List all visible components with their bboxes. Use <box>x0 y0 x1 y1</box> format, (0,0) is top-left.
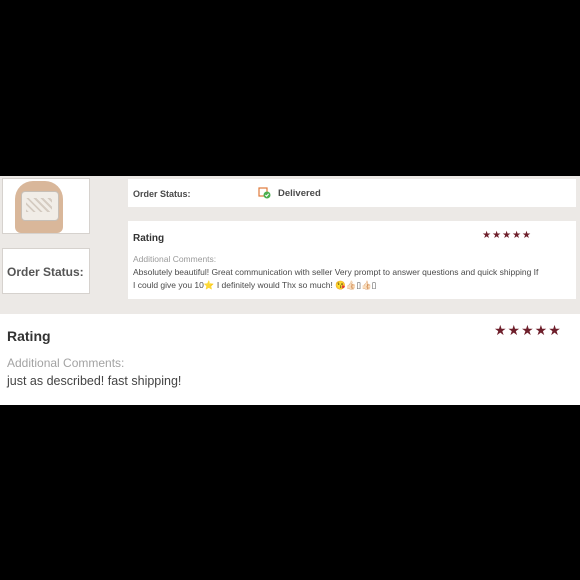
order-status-card-large: Order Status: <box>2 248 90 294</box>
thumbnail-crop-top <box>21 191 59 221</box>
rating-title-large: Rating <box>7 328 51 344</box>
additional-comments-label: Additional Comments: <box>133 254 217 264</box>
rating-card: Rating ★★★★★ Additional Comments: Absolu… <box>128 221 576 299</box>
star-rating: ★★★★★ <box>482 230 532 241</box>
star-rating-large: ★★★★★ <box>494 322 562 338</box>
order-status-label-large: Order Status: <box>7 265 84 279</box>
product-thumbnail[interactable] <box>2 178 90 234</box>
order-status-value: Delivered <box>278 188 321 199</box>
order-status-card: Order Status: Delivered <box>128 179 576 207</box>
review-comment: Absolutely beautiful! Great communicatio… <box>133 267 539 290</box>
review-comment-large: just as described! fast shipping! <box>7 374 182 388</box>
order-status-label: Order Status: <box>133 189 191 199</box>
rating-title: Rating <box>133 233 165 244</box>
box-check-icon <box>258 187 271 199</box>
additional-comments-label-large: Additional Comments: <box>7 356 125 370</box>
review-panel: Order Status: Delivered Rating ★★★★★ Add… <box>0 176 580 405</box>
rating-card-large: Rating ★★★★★ Additional Comments: just a… <box>0 314 580 405</box>
